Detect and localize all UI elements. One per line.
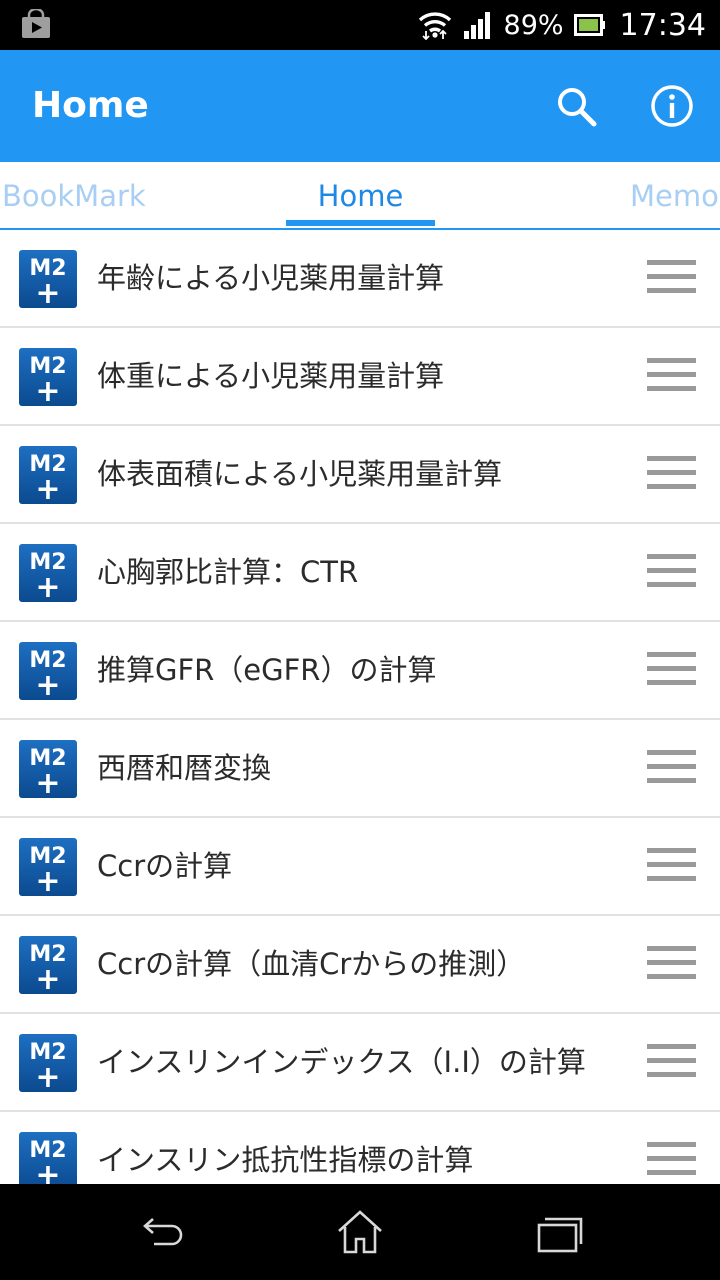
m2-plus-app-icon: M2 + (19, 642, 77, 700)
drag-handle-icon[interactable] (647, 946, 697, 982)
drag-handle-icon[interactable] (647, 652, 697, 688)
search-icon[interactable] (553, 83, 599, 129)
info-icon[interactable] (649, 83, 695, 129)
list-item[interactable]: M2 + Ccrの計算 (0, 818, 720, 916)
list-item[interactable]: M2 + 心胸郭比計算：CTR (0, 524, 720, 622)
list-item-label: 体重による小児薬用量計算 (97, 359, 445, 393)
list-item-label: Ccrの計算 (97, 849, 233, 883)
icon-text-plus: + (35, 864, 60, 896)
drag-handle-icon[interactable] (647, 848, 697, 884)
m2-plus-app-icon: M2 + (19, 838, 77, 896)
list-item-label: 体表面積による小児薬用量計算 (97, 457, 503, 491)
battery-percent: 89% (503, 9, 564, 41)
m2-plus-app-icon: M2 + (19, 348, 77, 406)
shopping-bag-icon (22, 9, 50, 38)
clock: 17:34 (619, 7, 706, 43)
calculator-list: M2 + 年齢による小児薬用量計算 M2 + 体重による小児薬用量計算 M2 +… (0, 230, 720, 1184)
list-item[interactable]: M2 + 体重による小児薬用量計算 (0, 328, 720, 426)
m2-plus-app-icon: M2 + (19, 1034, 77, 1092)
drag-handle-icon[interactable] (647, 1044, 697, 1080)
list-item-label: 西暦和暦変換 (97, 751, 272, 785)
status-icons: 89% 17:34 (418, 0, 706, 50)
home-icon[interactable] (334, 1206, 386, 1258)
list-item-label: 心胸郭比計算：CTR (97, 555, 359, 589)
list-item[interactable]: M2 + Ccrの計算（血清Crからの推測） (0, 916, 720, 1014)
icon-text-plus: + (35, 1158, 60, 1184)
battery-icon (573, 14, 605, 36)
m2-plus-app-icon: M2 + (19, 250, 77, 308)
icon-text-plus: + (35, 962, 60, 994)
list-item[interactable]: M2 + 体表面積による小児薬用量計算 (0, 426, 720, 524)
list-item[interactable]: M2 + 西暦和暦変換 (0, 720, 720, 818)
list-item[interactable]: M2 + 年齢による小児薬用量計算 (0, 230, 720, 328)
list-item[interactable]: M2 + 推算GFR（eGFR）の計算 (0, 622, 720, 720)
tab-bar: BookMark Home Memo (0, 162, 720, 230)
tab-memo[interactable]: Memo (630, 162, 719, 228)
back-icon[interactable] (134, 1206, 186, 1258)
app-screen: 89% 17:34 Home BookMark Home Memo M2 + 年… (0, 0, 720, 1280)
list-item-label: インスリン抵抗性指標の計算 (97, 1143, 474, 1177)
drag-handle-icon[interactable] (647, 554, 697, 590)
drag-handle-icon[interactable] (647, 1142, 697, 1178)
icon-text-plus: + (35, 1060, 60, 1092)
m2-plus-app-icon: M2 + (19, 936, 77, 994)
icon-text-plus: + (35, 276, 60, 308)
tab-bookmark[interactable]: BookMark (2, 162, 146, 228)
m2-plus-app-icon: M2 + (19, 544, 77, 602)
app-bar: Home (0, 50, 720, 162)
m2-plus-app-icon: M2 + (19, 446, 77, 504)
tab-home[interactable]: Home (286, 162, 435, 228)
list-item[interactable]: M2 + インスリンインデックス（I.I）の計算 (0, 1014, 720, 1112)
icon-text-plus: + (35, 766, 60, 798)
icon-text-plus: + (35, 668, 60, 700)
list-item-label: 年齢による小児薬用量計算 (97, 261, 445, 295)
tab-indicator (286, 220, 435, 226)
list-item-label: インスリンインデックス（I.I）の計算 (97, 1045, 586, 1079)
signal-icon (463, 12, 490, 39)
list-item[interactable]: M2 + インスリン抵抗性指標の計算 (0, 1112, 720, 1184)
icon-text-plus: + (35, 570, 60, 602)
icon-text-plus: + (35, 374, 60, 406)
icon-text-plus: + (35, 472, 60, 504)
recents-icon[interactable] (534, 1206, 586, 1258)
navigation-bar (0, 1184, 720, 1280)
m2-plus-app-icon: M2 + (19, 740, 77, 798)
list-item-label: Ccrの計算（血清Crからの推測） (97, 947, 526, 981)
drag-handle-icon[interactable] (647, 260, 697, 296)
drag-handle-icon[interactable] (647, 750, 697, 786)
drag-handle-icon[interactable] (647, 358, 697, 394)
m2-plus-app-icon: M2 + (19, 1132, 77, 1184)
page-title: Home (32, 85, 149, 126)
wifi-icon (418, 12, 451, 40)
drag-handle-icon[interactable] (647, 456, 697, 492)
list-item-label: 推算GFR（eGFR）の計算 (97, 653, 437, 687)
status-bar: 89% 17:34 (0, 0, 720, 50)
